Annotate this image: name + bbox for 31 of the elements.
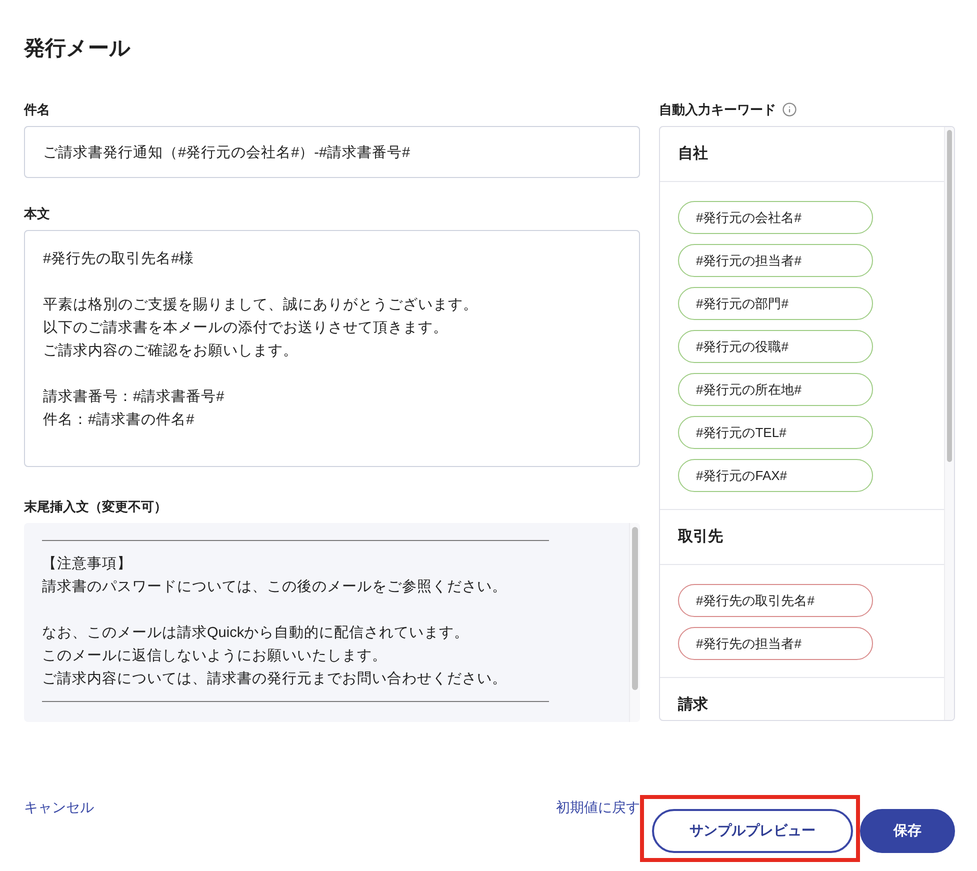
appended-text: 【注意事項】 請求書のパスワードについては、この後のメールをご参照ください。 [42,555,508,597]
body-field[interactable]: #発行先の取引先名#様 平素は格別のご支援を賜りまして、誠にありがとうございます。 以下のご請求書を本メールの添付でお送りさせて頂きます。 ご請求内容のご確認をお願いします。 請求書番号：#請求書番号# 件名：#請求書の件名# [24,230,640,467]
keyword-chip[interactable]: #発行元のTEL# [678,416,873,449]
save-button[interactable]: 保存 [860,809,955,853]
keyword-chip[interactable]: #発行先の取引先名# [678,584,873,617]
appended-text: なお、このメールは請求Quickから自動的に配信されています。 このメールに返信しないようにお願いいたします。 ご請求内容については、請求書の発行元までお問い合わせください。 [42,624,508,689]
scrollbar-thumb[interactable] [947,130,952,462]
section-heading: 自社 [678,144,708,164]
scrollbar-thumb[interactable] [632,527,638,690]
body-text: 請求書番号：#請求書番号# 件名：#請求書の件名# [43,388,226,430]
subject-field[interactable]: ご請求書発行通知（#発行元の会社名#）-#請求書番号# [24,126,640,178]
keyword-chip[interactable]: #発行元の役職# [678,330,873,363]
page-title: 発行メール [24,36,132,62]
reset-link[interactable]: 初期値に戻す [556,798,640,816]
body-text: #発行先の取引先名#様 [43,250,196,269]
preview-button[interactable]: サンプルプレビュー [652,809,853,853]
info-icon[interactable] [782,102,797,117]
keyword-chip[interactable]: #発行元の担当者# [678,244,873,277]
keyword-chip[interactable]: #発行先の担当者# [678,627,873,660]
field-label: 末尾挿入文（変更不可） [24,498,167,515]
section-heading: 取引先 [678,527,723,547]
keywords-label: 自動入力キーワード [659,101,776,118]
keyword-chip[interactable]: #発行元のFAX# [678,459,873,492]
cancel-link[interactable]: キャンセル [24,798,94,816]
keyword-chip[interactable]: #発行元の所在地# [678,373,873,406]
keyword-chip[interactable]: #発行元の部門# [678,287,873,320]
body-text: 平素は格別のご支援を賜りまして、誠にありがとうございます。 以下のご請求書を本メールの添付でお送りさせて頂きます。 ご請求内容のご確認をお願いします。 [43,296,479,361]
field-label: 件名 [24,101,50,118]
section-heading: 請求 [678,695,708,715]
keyword-chip[interactable]: #発行元の会社名# [678,201,873,234]
field-label: 本文 [24,205,50,222]
